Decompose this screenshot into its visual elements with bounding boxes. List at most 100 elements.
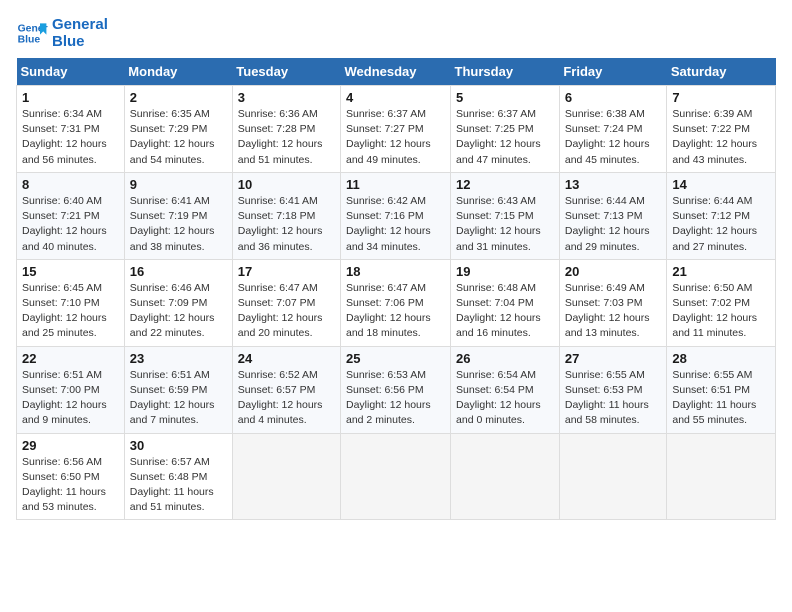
calendar-cell: 13 Sunrise: 6:44 AMSunset: 7:13 PMDaylig… xyxy=(559,172,667,259)
calendar-cell: 4 Sunrise: 6:37 AMSunset: 7:27 PMDayligh… xyxy=(341,86,451,173)
calendar-cell: 28 Sunrise: 6:55 AMSunset: 6:51 PMDaylig… xyxy=(667,346,776,433)
day-number: 24 xyxy=(238,351,335,366)
day-info: Sunrise: 6:51 AMSunset: 7:00 PMDaylight:… xyxy=(22,368,119,429)
day-number: 13 xyxy=(565,177,662,192)
calendar-cell: 5 Sunrise: 6:37 AMSunset: 7:25 PMDayligh… xyxy=(451,86,560,173)
day-info: Sunrise: 6:34 AMSunset: 7:31 PMDaylight:… xyxy=(22,107,119,168)
calendar-cell: 25 Sunrise: 6:53 AMSunset: 6:56 PMDaylig… xyxy=(341,346,451,433)
calendar-cell: 15 Sunrise: 6:45 AMSunset: 7:10 PMDaylig… xyxy=(17,259,125,346)
day-number: 27 xyxy=(565,351,662,366)
day-number: 4 xyxy=(346,90,445,105)
day-number: 19 xyxy=(456,264,554,279)
calendar-cell: 9 Sunrise: 6:41 AMSunset: 7:19 PMDayligh… xyxy=(124,172,232,259)
calendar-cell: 3 Sunrise: 6:36 AMSunset: 7:28 PMDayligh… xyxy=(232,86,340,173)
calendar-week-3: 15 Sunrise: 6:45 AMSunset: 7:10 PMDaylig… xyxy=(17,259,776,346)
day-number: 21 xyxy=(672,264,770,279)
day-info: Sunrise: 6:57 AMSunset: 6:48 PMDaylight:… xyxy=(130,455,227,516)
calendar-header-sunday: Sunday xyxy=(17,58,125,86)
calendar-cell xyxy=(559,433,667,520)
day-info: Sunrise: 6:40 AMSunset: 7:21 PMDaylight:… xyxy=(22,194,119,255)
day-number: 9 xyxy=(130,177,227,192)
day-info: Sunrise: 6:50 AMSunset: 7:02 PMDaylight:… xyxy=(672,281,770,342)
day-info: Sunrise: 6:46 AMSunset: 7:09 PMDaylight:… xyxy=(130,281,227,342)
calendar-cell: 1 Sunrise: 6:34 AMSunset: 7:31 PMDayligh… xyxy=(17,86,125,173)
day-number: 22 xyxy=(22,351,119,366)
calendar-header-row: SundayMondayTuesdayWednesdayThursdayFrid… xyxy=(17,58,776,86)
calendar-cell: 12 Sunrise: 6:43 AMSunset: 7:15 PMDaylig… xyxy=(451,172,560,259)
calendar-week-4: 22 Sunrise: 6:51 AMSunset: 7:00 PMDaylig… xyxy=(17,346,776,433)
calendar-cell: 11 Sunrise: 6:42 AMSunset: 7:16 PMDaylig… xyxy=(341,172,451,259)
calendar-cell xyxy=(341,433,451,520)
calendar-cell: 23 Sunrise: 6:51 AMSunset: 6:59 PMDaylig… xyxy=(124,346,232,433)
day-number: 23 xyxy=(130,351,227,366)
calendar-cell: 29 Sunrise: 6:56 AMSunset: 6:50 PMDaylig… xyxy=(17,433,125,520)
calendar-cell: 24 Sunrise: 6:52 AMSunset: 6:57 PMDaylig… xyxy=(232,346,340,433)
day-info: Sunrise: 6:47 AMSunset: 7:07 PMDaylight:… xyxy=(238,281,335,342)
calendar-body: 1 Sunrise: 6:34 AMSunset: 7:31 PMDayligh… xyxy=(17,86,776,520)
calendar-cell: 30 Sunrise: 6:57 AMSunset: 6:48 PMDaylig… xyxy=(124,433,232,520)
day-number: 3 xyxy=(238,90,335,105)
day-info: Sunrise: 6:44 AMSunset: 7:12 PMDaylight:… xyxy=(672,194,770,255)
svg-text:Blue: Blue xyxy=(18,35,41,46)
day-number: 14 xyxy=(672,177,770,192)
day-number: 8 xyxy=(22,177,119,192)
calendar-cell: 8 Sunrise: 6:40 AMSunset: 7:21 PMDayligh… xyxy=(17,172,125,259)
logo: General Blue GeneralBlue xyxy=(16,16,108,50)
day-info: Sunrise: 6:38 AMSunset: 7:24 PMDaylight:… xyxy=(565,107,662,168)
day-info: Sunrise: 6:55 AMSunset: 6:51 PMDaylight:… xyxy=(672,368,770,429)
day-info: Sunrise: 6:54 AMSunset: 6:54 PMDaylight:… xyxy=(456,368,554,429)
page-header: General Blue GeneralBlue xyxy=(16,16,776,50)
day-number: 2 xyxy=(130,90,227,105)
day-number: 16 xyxy=(130,264,227,279)
day-info: Sunrise: 6:52 AMSunset: 6:57 PMDaylight:… xyxy=(238,368,335,429)
day-info: Sunrise: 6:43 AMSunset: 7:15 PMDaylight:… xyxy=(456,194,554,255)
calendar-cell: 2 Sunrise: 6:35 AMSunset: 7:29 PMDayligh… xyxy=(124,86,232,173)
day-info: Sunrise: 6:49 AMSunset: 7:03 PMDaylight:… xyxy=(565,281,662,342)
day-info: Sunrise: 6:47 AMSunset: 7:06 PMDaylight:… xyxy=(346,281,445,342)
logo-text: GeneralBlue xyxy=(52,16,108,50)
calendar-header-friday: Friday xyxy=(559,58,667,86)
day-info: Sunrise: 6:36 AMSunset: 7:28 PMDaylight:… xyxy=(238,107,335,168)
day-info: Sunrise: 6:53 AMSunset: 6:56 PMDaylight:… xyxy=(346,368,445,429)
day-number: 26 xyxy=(456,351,554,366)
day-info: Sunrise: 6:51 AMSunset: 6:59 PMDaylight:… xyxy=(130,368,227,429)
calendar-week-2: 8 Sunrise: 6:40 AMSunset: 7:21 PMDayligh… xyxy=(17,172,776,259)
calendar-header-tuesday: Tuesday xyxy=(232,58,340,86)
calendar-cell: 19 Sunrise: 6:48 AMSunset: 7:04 PMDaylig… xyxy=(451,259,560,346)
day-info: Sunrise: 6:35 AMSunset: 7:29 PMDaylight:… xyxy=(130,107,227,168)
day-number: 25 xyxy=(346,351,445,366)
day-info: Sunrise: 6:39 AMSunset: 7:22 PMDaylight:… xyxy=(672,107,770,168)
day-number: 15 xyxy=(22,264,119,279)
calendar-cell: 26 Sunrise: 6:54 AMSunset: 6:54 PMDaylig… xyxy=(451,346,560,433)
calendar-cell: 20 Sunrise: 6:49 AMSunset: 7:03 PMDaylig… xyxy=(559,259,667,346)
calendar-cell: 27 Sunrise: 6:55 AMSunset: 6:53 PMDaylig… xyxy=(559,346,667,433)
day-number: 30 xyxy=(130,438,227,453)
calendar-cell xyxy=(667,433,776,520)
day-number: 5 xyxy=(456,90,554,105)
day-number: 28 xyxy=(672,351,770,366)
day-info: Sunrise: 6:41 AMSunset: 7:18 PMDaylight:… xyxy=(238,194,335,255)
day-number: 20 xyxy=(565,264,662,279)
day-info: Sunrise: 6:48 AMSunset: 7:04 PMDaylight:… xyxy=(456,281,554,342)
calendar-header-monday: Monday xyxy=(124,58,232,86)
day-info: Sunrise: 6:55 AMSunset: 6:53 PMDaylight:… xyxy=(565,368,662,429)
day-number: 18 xyxy=(346,264,445,279)
calendar-cell: 14 Sunrise: 6:44 AMSunset: 7:12 PMDaylig… xyxy=(667,172,776,259)
day-info: Sunrise: 6:56 AMSunset: 6:50 PMDaylight:… xyxy=(22,455,119,516)
calendar-header-wednesday: Wednesday xyxy=(341,58,451,86)
calendar-cell: 6 Sunrise: 6:38 AMSunset: 7:24 PMDayligh… xyxy=(559,86,667,173)
day-info: Sunrise: 6:42 AMSunset: 7:16 PMDaylight:… xyxy=(346,194,445,255)
calendar-cell: 7 Sunrise: 6:39 AMSunset: 7:22 PMDayligh… xyxy=(667,86,776,173)
calendar-cell: 10 Sunrise: 6:41 AMSunset: 7:18 PMDaylig… xyxy=(232,172,340,259)
calendar-header-saturday: Saturday xyxy=(667,58,776,86)
logo-icon: General Blue xyxy=(16,17,48,49)
day-number: 6 xyxy=(565,90,662,105)
calendar-table: SundayMondayTuesdayWednesdayThursdayFrid… xyxy=(16,58,776,520)
day-number: 12 xyxy=(456,177,554,192)
day-info: Sunrise: 6:37 AMSunset: 7:27 PMDaylight:… xyxy=(346,107,445,168)
day-info: Sunrise: 6:44 AMSunset: 7:13 PMDaylight:… xyxy=(565,194,662,255)
calendar-cell: 16 Sunrise: 6:46 AMSunset: 7:09 PMDaylig… xyxy=(124,259,232,346)
day-number: 10 xyxy=(238,177,335,192)
day-number: 7 xyxy=(672,90,770,105)
calendar-cell: 21 Sunrise: 6:50 AMSunset: 7:02 PMDaylig… xyxy=(667,259,776,346)
